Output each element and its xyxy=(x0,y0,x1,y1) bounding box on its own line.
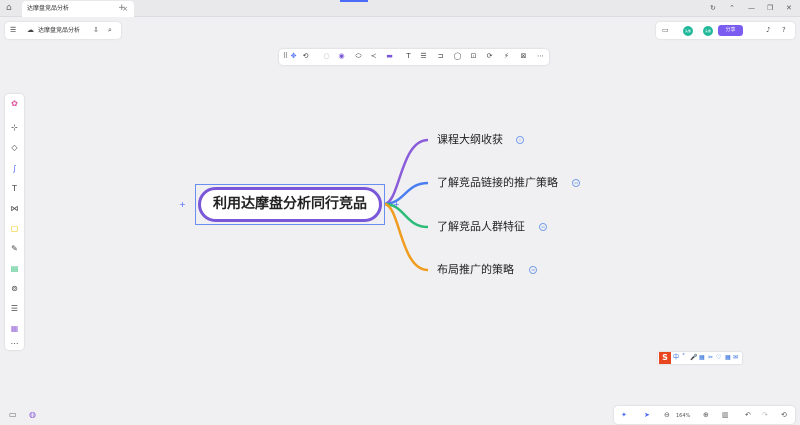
text-icon[interactable]: T xyxy=(403,51,414,62)
tab-title: 达摩盘竞品分析 xyxy=(27,5,70,12)
outline-icon[interactable]: ▭ xyxy=(9,408,17,422)
collab-header: ▭ 头像 头像 分享 ♪ ? xyxy=(656,22,795,39)
microphone-icon[interactable]: 🎤 xyxy=(690,353,697,363)
ime-mode-icon[interactable]: 中 xyxy=(673,353,679,363)
zoom-bar: ✦ ➤ ⊖ 164% ⊕ ▥ ↶ ↷ ⟲ xyxy=(614,406,795,424)
child-count-badge[interactable]: 1 xyxy=(516,136,524,144)
table-tool-icon[interactable]: ▤ xyxy=(9,263,20,274)
pin-icon[interactable]: ⌃ xyxy=(729,3,735,13)
shape-tool-icon[interactable]: ◇ xyxy=(9,142,20,153)
fill-color-icon[interactable]: ○ xyxy=(321,51,332,62)
cloud-icon: ☁ xyxy=(27,26,34,34)
grid-icon[interactable]: ▦ xyxy=(725,353,731,363)
image-icon[interactable]: ⊡ xyxy=(468,51,479,62)
format-toolbar: ⠿ ✥ ⟲ ○ ◉ ⬭ ≺ ▬ T ☰ ⊐ ◯ ⊡ ⟳ ⚡ ⊠ ⋯ xyxy=(279,49,549,65)
share-button[interactable]: 分享 xyxy=(718,25,743,36)
more-tools-icon[interactable]: ⋯ xyxy=(9,338,20,349)
home-icon[interactable]: ⌂ xyxy=(6,3,16,13)
label-icon[interactable]: ⊐ xyxy=(435,51,446,62)
skin-icon[interactable]: ♡ xyxy=(716,353,721,363)
new-tab-button[interactable]: + xyxy=(118,2,126,14)
zoom-in-icon[interactable]: ⊕ xyxy=(703,409,709,421)
add-left-icon[interactable]: + xyxy=(179,201,186,209)
child-count-badge[interactable]: 11 xyxy=(539,223,547,231)
undo-icon[interactable]: ↶ xyxy=(745,409,751,421)
minimize-button[interactable]: — xyxy=(748,3,755,13)
connector-icon[interactable]: ≺ xyxy=(368,51,379,62)
upload-tool-icon[interactable]: ⊚ xyxy=(9,283,20,294)
avatar[interactable]: 头像 xyxy=(703,26,713,36)
move-icon[interactable]: ✥ xyxy=(288,51,299,62)
templates-icon[interactable]: ✿ xyxy=(9,98,20,109)
align-icon[interactable]: ☰ xyxy=(418,51,429,62)
branch-topic[interactable]: 了解竞品人群特征 xyxy=(437,220,525,234)
download-icon[interactable]: ⇩ xyxy=(93,25,99,36)
maximize-button[interactable]: ❐ xyxy=(767,3,773,13)
help-icon[interactable]: ? xyxy=(782,25,786,36)
bottom-left-tools: ▭ ◍ xyxy=(5,408,41,422)
layout-icon[interactable]: ⟲ xyxy=(300,51,311,62)
central-topic[interactable]: 利用达摩盘分析同行竞品 xyxy=(198,187,382,222)
add-right-icon[interactable]: + xyxy=(393,201,400,209)
avatar[interactable]: 头像 xyxy=(683,26,693,36)
refresh-icon[interactable]: ↻ xyxy=(710,3,716,13)
cursor-icon[interactable]: ➤ xyxy=(644,409,650,421)
frame-tool-icon[interactable]: ⊹ xyxy=(9,122,20,133)
mail-icon[interactable]: ✉ xyxy=(733,353,738,363)
child-count-badge[interactable]: 16 xyxy=(529,266,537,274)
minimap-icon[interactable]: ▥ xyxy=(722,409,729,421)
branch-topic[interactable]: 布局推广的策略 xyxy=(437,263,514,277)
line-style-icon[interactable]: ▬ xyxy=(384,51,395,62)
text-tool-icon[interactable]: T xyxy=(9,183,20,194)
bell-icon[interactable]: ♪ xyxy=(766,25,770,36)
search-icon[interactable]: ⌕ xyxy=(108,25,112,36)
shape-icon[interactable]: ⬭ xyxy=(353,51,364,62)
ai-icon[interactable]: ✦ xyxy=(621,409,627,421)
border-color-icon[interactable]: ◉ xyxy=(336,51,347,62)
left-toolbar: ✿ ⊹ ◇ ∫ T ⋈ ▢ ✎ ▤ ⊚ ☰ ▦ ⋯ xyxy=(5,94,24,350)
theme-icon[interactable]: ◍ xyxy=(29,408,36,422)
frame-icon[interactable]: ⊠ xyxy=(518,51,529,62)
connector-4 xyxy=(383,202,429,272)
connector-2 xyxy=(383,181,429,206)
accent-line xyxy=(340,0,368,2)
connector-tool-icon[interactable]: ∫ xyxy=(9,163,20,174)
pen-tool-icon[interactable]: ✎ xyxy=(9,243,20,254)
history-icon[interactable]: ⟲ xyxy=(781,409,787,421)
more-icon[interactable]: ⋯ xyxy=(535,51,546,62)
list-tool-icon[interactable]: ☰ xyxy=(9,303,20,314)
ime-punct-icon[interactable]: ˚ xyxy=(682,353,685,363)
connector-1 xyxy=(383,138,429,206)
zoom-level[interactable]: 164% xyxy=(676,410,690,422)
connector-3 xyxy=(383,202,429,229)
scissors-icon[interactable]: ✂ xyxy=(708,353,713,363)
mindmap-tool-icon[interactable]: ⋈ xyxy=(9,203,20,214)
document-header: ☰ ☁ 达摩盘竞品分析 ⇩ ⌕ xyxy=(5,22,121,39)
ime-toolbar: S 中 ˚ 🎤 ▦ ✂ ♡ ▦ ✉ xyxy=(658,352,742,364)
child-count-badge[interactable]: 13 xyxy=(572,179,580,187)
ime-logo[interactable]: S xyxy=(659,352,671,364)
close-window-button[interactable]: ✕ xyxy=(786,3,792,13)
present-icon[interactable]: ▭ xyxy=(662,25,669,36)
document-title[interactable]: 达摩盘竞品分析 xyxy=(38,25,80,36)
flash-icon[interactable]: ⚡ xyxy=(501,51,512,62)
sticky-note-icon[interactable]: ▢ xyxy=(9,223,20,234)
window-titlebar: ⌂ 达摩盘竞品分析 × + ↻ ⌃ — ❐ ✕ xyxy=(0,0,800,17)
keyboard-icon[interactable]: ▦ xyxy=(699,353,705,363)
redo-icon[interactable]: ↷ xyxy=(762,409,768,421)
kanban-tool-icon[interactable]: ▦ xyxy=(9,323,20,334)
branch-topic[interactable]: 了解竞品链接的推广策略 xyxy=(437,176,558,190)
comment-icon[interactable]: ◯ xyxy=(452,51,463,62)
zoom-out-icon[interactable]: ⊖ xyxy=(664,409,670,421)
loop-icon[interactable]: ⟳ xyxy=(484,51,495,62)
menu-icon[interactable]: ☰ xyxy=(10,25,16,36)
branch-topic[interactable]: 课程大纲收获 xyxy=(437,133,503,147)
